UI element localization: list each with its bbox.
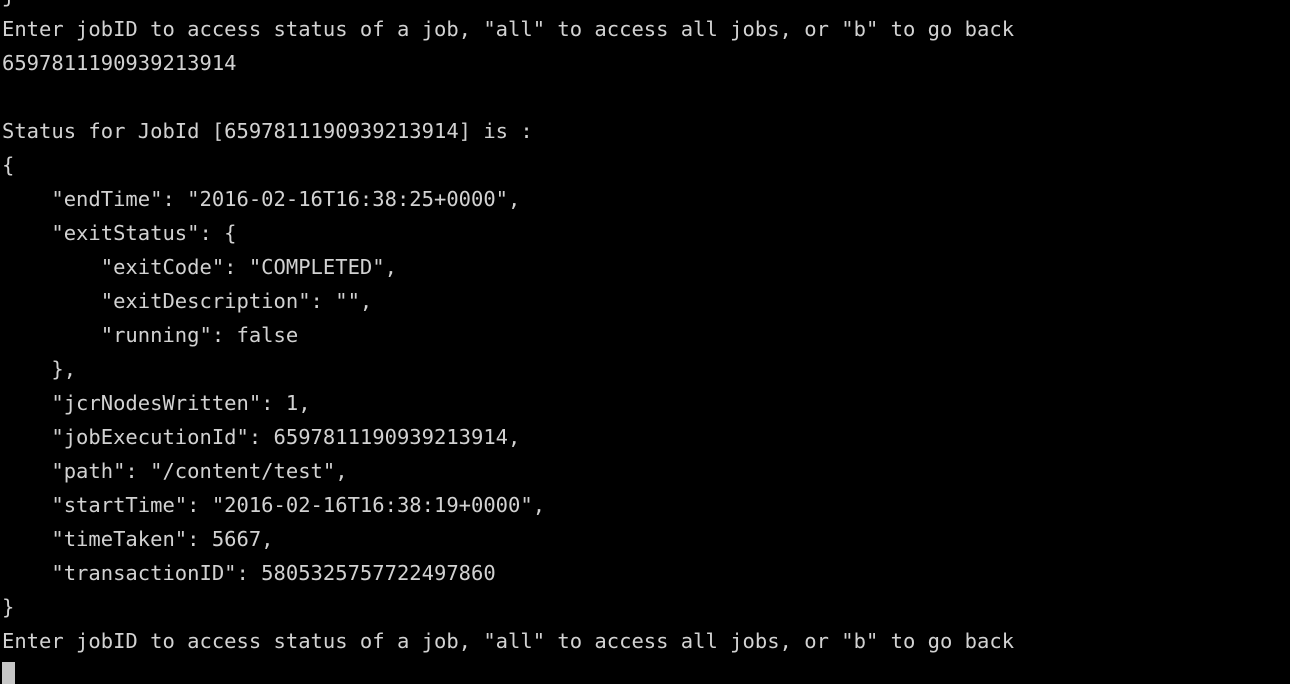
terminal-line-json-transactionid: "transactionID": 5805325757722497860 [2, 561, 496, 585]
terminal-line-json-jcrnodeswritten: "jcrNodesWritten": 1, [2, 391, 311, 415]
terminal-line-user-input-jobid: 6597811190939213914 [2, 51, 237, 75]
terminal-line-clipped-top: j [2, 0, 1290, 12]
terminal-line-json-timetaken: "timeTaken": 5667, [2, 527, 274, 551]
terminal-line-json-close-brace: } [2, 595, 15, 619]
terminal-line-json-running: "running": false [2, 323, 299, 347]
terminal-line-json-path: "path": "/content/test", [2, 459, 348, 483]
terminal-line-json-starttime: "startTime": "2016-02-16T16:38:19+0000", [2, 493, 546, 517]
terminal-line-prompt-bottom: Enter jobID to access status of a job, "… [2, 629, 1015, 653]
terminal-line-json-exitcode: "exitCode": "COMPLETED", [2, 255, 397, 279]
terminal-line-json-exitdescription: "exitDescription": "", [2, 289, 373, 313]
terminal-input-line[interactable] [2, 658, 1290, 684]
terminal-line-json-exitstatus-open: "exitStatus": { [2, 221, 237, 245]
terminal-line-json-endtime: "endTime": "2016-02-16T16:38:25+0000", [2, 187, 521, 211]
terminal-line-prompt-top: Enter jobID to access status of a job, "… [2, 17, 1015, 41]
terminal-line-json-exitstatus-close: }, [2, 357, 77, 381]
text-cursor [2, 662, 15, 684]
terminal-window[interactable]: j Enter jobID to access status of a job,… [0, 0, 1290, 684]
terminal-line-status-header: Status for JobId [6597811190939213914] i… [2, 119, 533, 143]
terminal-line-json-jobexecutionid: "jobExecutionId": 6597811190939213914, [2, 425, 521, 449]
terminal-screen-buffer[interactable]: j Enter jobID to access status of a job,… [2, 0, 1290, 684]
terminal-line-json-open-brace: { [2, 153, 15, 177]
